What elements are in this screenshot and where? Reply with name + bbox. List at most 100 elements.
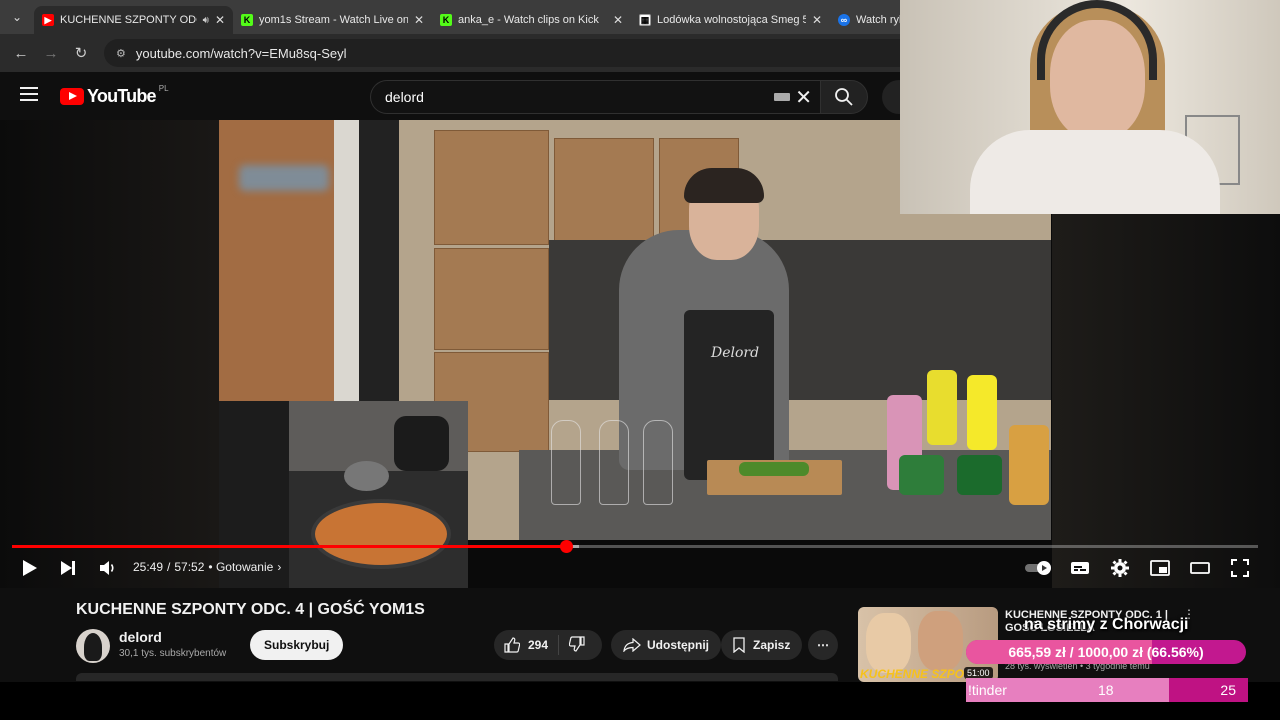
video-letterbox-left — [0, 120, 219, 588]
dislike-button[interactable] — [559, 635, 595, 655]
site-info-icon[interactable]: ⚙︎ — [116, 47, 126, 60]
donation-goal-text: 665,59 zł / 1000,00 zł (66.56%) — [1008, 644, 1204, 660]
scene-apron — [684, 310, 774, 480]
tab-title: Lodówka wolnostojąca Smeg 5 — [657, 14, 806, 26]
tab-title: yom1s Stream - Watch Live on K — [259, 14, 408, 26]
miniplayer-button[interactable] — [1148, 556, 1172, 580]
video-title: KUCHENNE SZPONTY ODC. 4 | GOŚĆ YOM1S — [76, 601, 425, 618]
search-value: delord — [385, 89, 424, 105]
wine-glass — [599, 420, 629, 505]
subscriber-count: 30,1 tys. subskrybentów — [119, 648, 227, 659]
fullscreen-icon — [1231, 559, 1249, 577]
play-icon — [23, 560, 37, 576]
keyboard-icon[interactable] — [774, 93, 790, 101]
drink-can — [927, 370, 957, 445]
theater-icon — [1190, 562, 1210, 574]
youtube-icon: ▶ — [42, 14, 54, 26]
screen: ⌄ ▶ KUCHENNE SZPONTY ODC 🔊︎ ✕ K yom1s St… — [0, 0, 1280, 720]
share-button[interactable]: Udostępnij — [611, 630, 721, 660]
duration: 57:52 — [174, 560, 205, 574]
tab-title: anka_e - Watch clips on Kick — [458, 14, 599, 26]
like-count: 294 — [528, 638, 549, 652]
avatar[interactable] — [76, 629, 110, 663]
volume-button[interactable] — [96, 556, 120, 580]
time-separator: / — [167, 560, 171, 574]
played-bar — [12, 545, 567, 548]
scene-cabinet — [434, 130, 549, 245]
chevron-right-icon[interactable]: › — [277, 560, 281, 574]
search-input[interactable]: delord ✕ — [370, 80, 820, 114]
settings-button[interactable] — [1108, 556, 1132, 580]
blurred-sticker — [239, 165, 329, 191]
play-button[interactable] — [18, 556, 42, 580]
tab-smeg[interactable]: ▦ Lodówka wolnostojąca Smeg 5 ✕ — [631, 6, 830, 34]
more-actions-button[interactable]: ⋯ — [808, 630, 838, 660]
scene-gap — [359, 120, 399, 410]
save-button[interactable]: Zapisz — [721, 630, 803, 660]
inset-pot — [344, 461, 389, 491]
scene-cabinet — [434, 248, 549, 350]
share-label: Udostępnij — [647, 638, 709, 652]
tab-youtube[interactable]: ▶ KUCHENNE SZPONTY ODC 🔊︎ ✕ — [34, 6, 233, 34]
seek-bar[interactable] — [12, 540, 1258, 553]
volume-icon — [100, 561, 114, 575]
tinder-max: 25 — [1220, 682, 1236, 698]
speaker-icon[interactable]: 🔊︎ — [203, 15, 209, 26]
fullscreen-button[interactable] — [1228, 556, 1252, 580]
link-icon: ∞ — [838, 14, 850, 26]
autoplay-toggle[interactable] — [1024, 556, 1054, 580]
channel-name[interactable]: delord — [119, 629, 162, 645]
tab-kick-yom1s[interactable]: K yom1s Stream - Watch Live on K ✕ — [233, 6, 432, 34]
webcam-overlay — [900, 0, 1280, 214]
time-display: 25:49 / 57:52 • Gotowanie › — [133, 560, 281, 574]
current-time: 25:49 — [133, 560, 164, 574]
address-bar[interactable]: ⚙︎ youtube.com/watch?v=EMu8sq-Seyl — [104, 39, 1004, 67]
thumbs-down-icon — [568, 635, 585, 652]
close-tab-icon[interactable]: ✕ — [812, 13, 822, 27]
scene-cabinet — [554, 138, 654, 243]
bookmark-icon — [733, 637, 745, 653]
inset-pan — [311, 499, 451, 569]
theater-mode-button[interactable] — [1188, 556, 1212, 580]
description-box[interactable] — [76, 673, 838, 681]
donation-goal-bar: 665,59 zł / 1000,00 zł (66.56%) — [966, 640, 1246, 664]
like-dislike-group: 294 — [494, 630, 602, 660]
like-button[interactable]: 294 — [494, 635, 560, 655]
next-button[interactable] — [56, 556, 80, 580]
close-tab-icon[interactable]: ✕ — [613, 13, 623, 27]
scene-wall — [219, 120, 334, 410]
youtube-play-icon — [60, 88, 84, 105]
kick-icon: K — [241, 14, 253, 26]
reload-icon[interactable]: ↻ — [68, 40, 94, 66]
drink-can — [1009, 425, 1049, 505]
gear-icon — [1111, 559, 1129, 577]
subtitles-icon — [1071, 562, 1089, 574]
thumb-person — [866, 613, 911, 673]
subscribe-button[interactable]: Subskrybuj — [250, 630, 344, 660]
search-button[interactable] — [820, 80, 868, 114]
back-arrow-icon[interactable]: ← — [8, 40, 34, 66]
close-tab-icon[interactable]: ✕ — [215, 13, 225, 27]
chopped-herbs — [739, 462, 809, 476]
drink-can — [957, 455, 1002, 495]
share-icon — [623, 638, 641, 652]
url-text: youtube.com/watch?v=EMu8sq-Seyl — [135, 45, 347, 61]
youtube-logo[interactable]: YouTube PL — [60, 84, 169, 107]
clear-search-icon[interactable]: ✕ — [795, 85, 812, 110]
search-icon — [835, 88, 853, 106]
forward-arrow-icon[interactable]: → — [38, 40, 64, 66]
chapter-title[interactable]: • Gotowanie — [208, 560, 273, 574]
subtitles-button[interactable] — [1068, 556, 1092, 580]
drink-can — [967, 375, 997, 450]
autoplay-toggle-icon — [1025, 561, 1051, 575]
close-tab-icon[interactable]: ✕ — [414, 13, 424, 27]
logo-text: YouTube — [87, 86, 157, 106]
miniplayer-icon — [1150, 560, 1170, 576]
tab-kick-anka[interactable]: K anka_e - Watch clips on Kick ✕ — [432, 6, 631, 34]
webcam-shirt — [970, 130, 1220, 214]
tab-search-chevron-icon[interactable]: ⌄ — [0, 0, 34, 34]
tab-title: KUCHENNE SZPONTY ODC — [60, 14, 197, 26]
country-code: PL — [158, 84, 169, 93]
menu-icon[interactable] — [20, 87, 38, 105]
thumb-person — [918, 611, 963, 671]
